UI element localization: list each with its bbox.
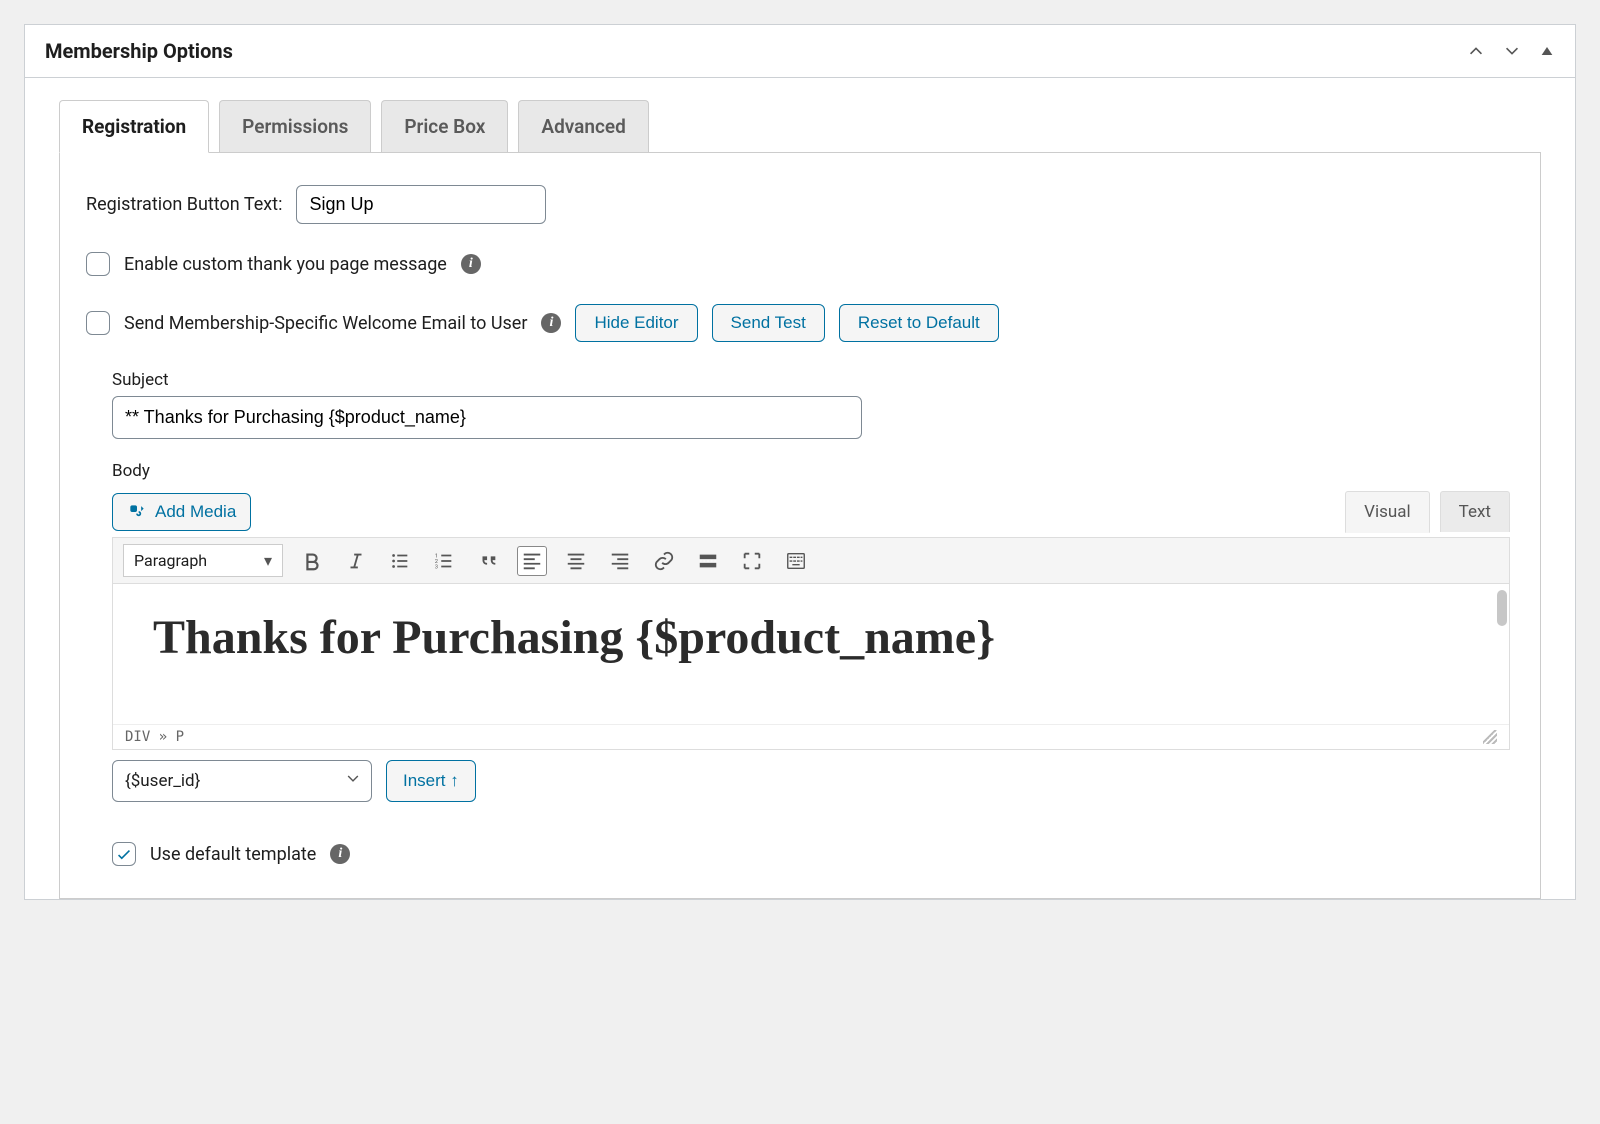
info-icon[interactable] [330, 844, 350, 864]
panel-header-controls [1467, 42, 1555, 60]
welcome-email-label: Send Membership-Specific Welcome Email t… [124, 313, 527, 334]
move-up-icon[interactable] [1467, 42, 1485, 60]
align-right-button[interactable] [605, 546, 635, 576]
move-down-icon[interactable] [1503, 42, 1521, 60]
info-icon[interactable] [461, 254, 481, 274]
default-template-checkbox[interactable] [112, 842, 136, 866]
editor-body[interactable]: Thanks for Purchasing {$product_name} [113, 584, 1509, 724]
rich-text-editor: Paragraph ▾ 123 [112, 537, 1510, 750]
subject-input[interactable] [112, 396, 862, 439]
number-list-button[interactable]: 123 [429, 546, 459, 576]
editor-heading: Thanks for Purchasing {$product_name} [153, 610, 1469, 665]
panel-header: Membership Options [25, 25, 1575, 78]
blockquote-button[interactable] [473, 546, 503, 576]
editor-path: DIV » P [125, 729, 184, 745]
default-template-label: Use default template [150, 844, 316, 865]
tab-registration[interactable]: Registration [59, 100, 209, 153]
toolbar-toggle-button[interactable] [781, 546, 811, 576]
svg-text:3: 3 [435, 564, 438, 570]
editor-tab-visual[interactable]: Visual [1345, 491, 1429, 533]
info-icon[interactable] [541, 313, 561, 333]
chevron-down-icon: ▾ [264, 551, 272, 570]
registration-button-text-label: Registration Button Text: [86, 194, 282, 215]
read-more-button[interactable] [693, 546, 723, 576]
tab-price-box[interactable]: Price Box [381, 100, 508, 152]
tab-permissions[interactable]: Permissions [219, 100, 371, 152]
resize-handle[interactable] [1483, 730, 1497, 744]
variable-select[interactable]: {$user_id} [112, 760, 372, 802]
media-icon [127, 502, 147, 522]
tabs: Registration Permissions Price Box Advan… [59, 100, 1541, 152]
registration-button-text-input[interactable] [296, 185, 546, 224]
variable-select-value: {$user_id} [125, 771, 200, 791]
align-center-button[interactable] [561, 546, 591, 576]
link-button[interactable] [649, 546, 679, 576]
collapse-icon[interactable] [1539, 43, 1555, 59]
tab-advanced[interactable]: Advanced [518, 100, 648, 152]
format-dropdown-value: Paragraph [134, 551, 207, 570]
editor-status-bar: DIV » P [113, 724, 1509, 749]
chevron-down-icon [345, 771, 361, 792]
body-label: Body [112, 461, 1510, 481]
subject-label: Subject [112, 370, 1510, 390]
format-dropdown[interactable]: Paragraph ▾ [123, 544, 283, 577]
bold-button[interactable] [297, 546, 327, 576]
hide-editor-button[interactable]: Hide Editor [575, 304, 697, 342]
enable-thank-you-label: Enable custom thank you page message [124, 254, 447, 275]
membership-options-panel: Membership Options Registration Permissi… [24, 24, 1576, 900]
welcome-email-checkbox[interactable] [86, 311, 110, 335]
italic-button[interactable] [341, 546, 371, 576]
enable-thank-you-checkbox[interactable] [86, 252, 110, 276]
reset-default-button[interactable]: Reset to Default [839, 304, 999, 342]
add-media-button[interactable]: Add Media [112, 493, 251, 531]
panel-title: Membership Options [45, 39, 233, 63]
registration-panel: Registration Button Text: Enable custom … [59, 152, 1541, 899]
bullet-list-button[interactable] [385, 546, 415, 576]
send-test-button[interactable]: Send Test [712, 304, 825, 342]
editor-tabs: Visual Text [1345, 491, 1510, 532]
scrollbar-thumb[interactable] [1497, 590, 1507, 626]
add-media-label: Add Media [155, 502, 236, 522]
fullscreen-button[interactable] [737, 546, 767, 576]
insert-variable-button[interactable]: Insert ↑ [386, 760, 476, 802]
editor-toolbar: Paragraph ▾ 123 [113, 538, 1509, 584]
editor-tab-text[interactable]: Text [1440, 491, 1510, 532]
align-left-button[interactable] [517, 546, 547, 576]
